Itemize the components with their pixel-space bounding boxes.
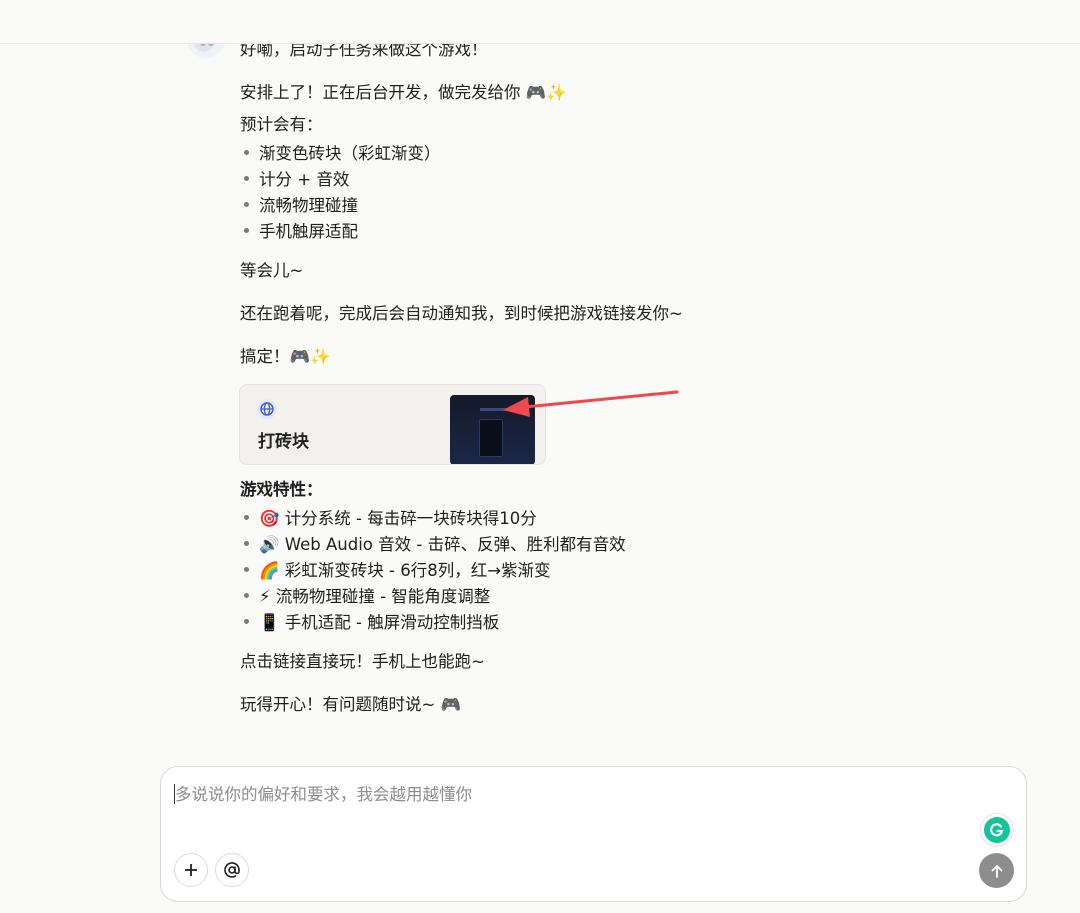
list-item: 手机触屏适配 — [244, 219, 358, 245]
globe-icon — [257, 399, 277, 419]
bullet-dot — [244, 150, 249, 155]
list-item-text: 🔊 Web Audio 音效 - 击碎、反弹、胜利都有音效 — [259, 535, 626, 554]
list-item: 🎯 计分系统 - 每击碎一块砖块得10分 — [244, 506, 537, 532]
list-item: 🌈 彩虹渐变砖块 - 6行8列，红→紫渐变 — [244, 558, 551, 584]
list-item-text: ⚡ 流畅物理碰撞 - 智能角度调整 — [259, 587, 491, 606]
message-closing: 玩得开心！有问题随时说~ 🎮 — [240, 695, 462, 714]
bullet-dot — [244, 202, 249, 207]
game-link-card[interactable]: 打砖块 — [239, 384, 546, 465]
arrow-up-icon — [991, 864, 1002, 878]
list-item: 🔊 Web Audio 音效 - 击碎、反弹、胜利都有音效 — [244, 532, 626, 558]
list-item-text: 流畅物理碰撞 — [259, 196, 358, 215]
game-preview-thumbnail — [450, 395, 535, 464]
list-item-text: 手机触屏适配 — [259, 222, 358, 241]
message-running: 还在跑着呢，完成后会自动通知我，到时候把游戏链接发你~ — [240, 304, 683, 323]
thumbnail-header — [480, 408, 510, 411]
top-bar — [0, 0, 1080, 44]
message-click-hint: 点击链接直接玩！手机上也能跑~ — [240, 652, 485, 671]
at-icon — [224, 862, 240, 878]
list-item: ⚡ 流畅物理碰撞 - 智能角度调整 — [244, 584, 490, 610]
bullet-dot — [244, 619, 249, 624]
list-item-text: 🎯 计分系统 - 每击碎一块砖块得10分 — [259, 509, 537, 528]
message-input[interactable] — [175, 779, 955, 809]
plus-icon — [185, 864, 197, 876]
message-wait: 等会儿~ — [240, 261, 304, 280]
bullet-dot — [244, 541, 249, 546]
message-done: 搞定！🎮✨ — [240, 347, 331, 366]
list-item-text: 🌈 彩虹渐变砖块 - 6行8列，红→紫渐变 — [259, 561, 551, 580]
send-button[interactable] — [979, 853, 1014, 888]
list-item-text: 计分 + 音效 — [259, 170, 350, 189]
bullet-dot — [244, 176, 249, 181]
list-item: 📱 手机适配 - 触屏滑动控制挡板 — [244, 610, 499, 636]
add-attachment-button[interactable] — [174, 853, 208, 887]
mention-button[interactable] — [215, 853, 249, 887]
plan-heading: 预计会有： — [240, 115, 323, 134]
message-composer — [160, 766, 1027, 902]
bullet-dot — [244, 515, 249, 520]
list-item: 渐变色砖块（彩虹渐变） — [244, 141, 441, 167]
list-item-text: 📱 手机适配 - 触屏滑动控制挡板 — [259, 613, 500, 632]
bullet-dot — [244, 228, 249, 233]
list-item: 计分 + 音效 — [244, 167, 349, 193]
link-card-title: 打砖块 — [258, 432, 309, 452]
list-item-text: 渐变色砖块（彩虹渐变） — [259, 144, 441, 163]
list-item: 流畅物理碰撞 — [244, 193, 358, 219]
features-heading: 游戏特性： — [240, 480, 323, 499]
thumbnail-game-panel — [479, 419, 503, 457]
message-intro: 安排上了！正在后台开发，做完发给你 🎮✨ — [240, 83, 567, 102]
grammarly-badge-inner — [984, 817, 1010, 843]
bullet-dot — [244, 593, 249, 598]
bullet-dot — [244, 567, 249, 572]
grammarly-icon[interactable] — [981, 814, 1013, 846]
